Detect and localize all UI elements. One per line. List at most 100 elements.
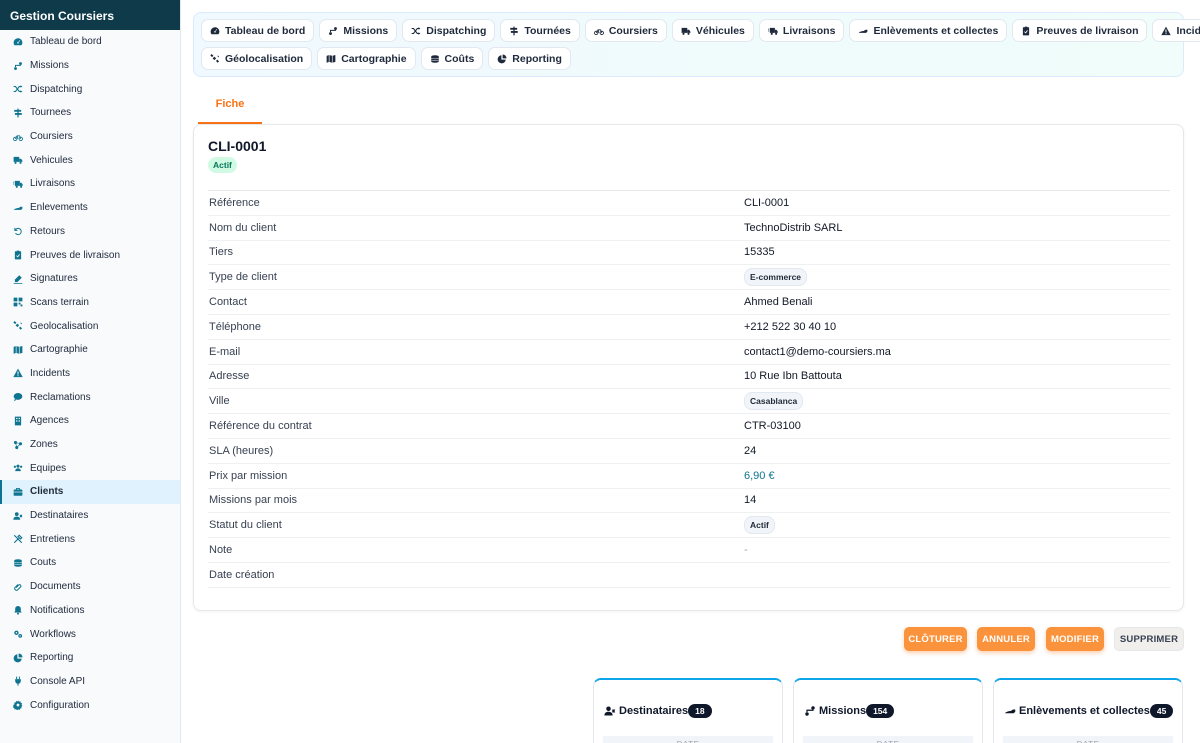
sidebar-item-label: Missions xyxy=(30,60,69,72)
column-header-date[interactable]: DATE xyxy=(603,736,773,743)
sidebar-item-workflows[interactable]: Workflows xyxy=(0,622,180,646)
field-row: Référence CLI-0001 xyxy=(208,191,1170,216)
sidebar-item-reclamations[interactable]: Reclamations xyxy=(0,385,180,409)
sidebar-item-dispatching[interactable]: Dispatching xyxy=(0,77,180,101)
module-chip-reporting[interactable]: Reporting xyxy=(488,47,571,70)
module-nav-row-1: Tableau de bord Missions Dispatching Tourné… xyxy=(201,19,1200,42)
missions-icon xyxy=(804,705,816,717)
sidebar-item-entretiens[interactable]: Entretiens xyxy=(0,527,180,551)
field-value: Casablanca xyxy=(744,392,804,411)
coins-icon xyxy=(12,557,23,568)
field-value: +212 522 30 40 10 xyxy=(744,320,837,333)
sidebar-item-tournees[interactable]: Tournees xyxy=(0,101,180,125)
field-value: CTR-03100 xyxy=(744,420,801,433)
tab-fiche[interactable]: Fiche xyxy=(198,88,262,124)
column-header-date[interactable]: DATE xyxy=(803,736,973,743)
sidebar-item-label: Destinataires xyxy=(30,510,89,522)
sidebar-item-couts[interactable]: Couts xyxy=(0,551,180,575)
sidebar-item-destinataires[interactable]: Destinataires xyxy=(0,504,180,528)
warning-icon xyxy=(1161,26,1172,36)
sidebar-item-equipes[interactable]: Equipes xyxy=(0,456,180,480)
shuffle-icon xyxy=(411,26,421,36)
module-chip-dispatching[interactable]: Dispatching xyxy=(402,19,496,42)
module-chip-preuves-de-livraison[interactable]: Preuves de livraison xyxy=(1012,19,1148,42)
sidebar-item-geolocalisation[interactable]: Geolocalisation xyxy=(0,314,180,338)
sidebar-item-zones[interactable]: Zones xyxy=(0,433,180,457)
panel-title: Enlèvements et collectes xyxy=(1019,705,1150,717)
sidebar-item-clients[interactable]: Clients xyxy=(0,480,180,504)
sidebar-item-enlevements[interactable]: Enlevements xyxy=(0,196,180,220)
sidebar-item-scans-terrain[interactable]: Scans terrain xyxy=(0,291,180,315)
module-chip-tournees[interactable]: Tournées xyxy=(500,19,580,42)
sidebar-item-incidents[interactable]: Incidents xyxy=(0,362,180,386)
sidebar-item-vehicules[interactable]: Vehicules xyxy=(0,148,180,172)
sidebar-item-signatures[interactable]: Signatures xyxy=(0,267,180,291)
sidebar-item-label: Cartographie xyxy=(30,344,88,356)
field-value: CLI-0001 xyxy=(744,196,790,209)
modifier-button[interactable]: MODIFIER xyxy=(1046,627,1104,651)
truck-icon xyxy=(681,26,691,36)
app-title: Gestion Coursiers xyxy=(0,0,180,30)
sidebar-item-livraisons[interactable]: Livraisons xyxy=(0,172,180,196)
module-chip-coursiers[interactable]: Coursiers xyxy=(584,19,667,42)
status-badge: Actif xyxy=(208,157,237,173)
field-label: Nom du client xyxy=(209,221,277,234)
module-chip-incidents[interactable]: Incidents xyxy=(1152,19,1200,42)
panel-header[interactable]: Enlèvements et collectes 45 xyxy=(994,680,1182,718)
field-label: Tiers xyxy=(209,246,234,259)
field-value: 6,90 € xyxy=(744,469,775,482)
module-chip-livraisons[interactable]: Livraisons xyxy=(758,19,845,42)
sidebar-item-documents[interactable]: Documents xyxy=(0,575,180,599)
coins-icon xyxy=(430,54,440,64)
module-chip-cartographie[interactable]: Cartographie xyxy=(317,47,416,70)
sidebar-item-label: Entretiens xyxy=(30,533,76,545)
sidebar-item-notifications[interactable]: Notifications xyxy=(0,599,180,623)
field-value: Actif xyxy=(744,516,775,535)
module-chip-vehicules[interactable]: Véhicules xyxy=(671,19,754,42)
related-panel-enlevements-et-collectes: Enlèvements et collectes45 DATE xyxy=(993,678,1183,743)
pickup-icon xyxy=(858,26,868,36)
module-chip-geolocalisation[interactable]: Géolocalisation xyxy=(201,47,313,70)
gear-icon xyxy=(12,700,23,711)
supprimer-button[interactable]: SUPPRIMER xyxy=(1114,627,1184,651)
sidebar-item-retours[interactable]: Retours xyxy=(0,220,180,244)
sidebar-item-coursiers[interactable]: Coursiers xyxy=(0,125,180,149)
panel-header[interactable]: Destinataires 18 xyxy=(594,680,782,718)
field-row: Adresse 10 Rue Ibn Battouta xyxy=(208,365,1170,390)
sidebar-item-label: Retours xyxy=(30,225,66,237)
module-chip-label: Missions xyxy=(343,24,389,37)
field-row: SLA (heures) 24 xyxy=(208,439,1170,464)
field-row: E-mail contact1@demo-coursiers.ma xyxy=(208,340,1170,365)
sidebar-item-missions[interactable]: Missions xyxy=(0,54,180,78)
sidebar-item-tableau-de-bord[interactable]: Tableau de bord xyxy=(0,30,180,54)
module-chip-label: Coursiers xyxy=(608,24,658,37)
panel-header[interactable]: Missions 154 xyxy=(794,680,982,718)
module-chip-enlevements-et-collectes[interactable]: Enlèvements et collectes xyxy=(849,19,1008,42)
count-badge: 45 xyxy=(1149,704,1174,718)
related-panel-missions: Missions154 DATE xyxy=(793,678,983,743)
annuler-button[interactable]: ANNULER xyxy=(977,627,1035,651)
module-chip-label: Véhicules xyxy=(695,24,745,37)
shuffle-icon xyxy=(12,84,23,95)
qrcode-icon xyxy=(12,297,23,308)
sidebar-item-label: Vehicules xyxy=(30,154,73,166)
column-header-date[interactable]: DATE xyxy=(1003,736,1173,743)
field-row: Nom du client TechnoDistrib SARL xyxy=(208,216,1170,241)
sidebar-item-preuves-de-livraison[interactable]: Preuves de livraison xyxy=(0,243,180,267)
cloturer-button[interactable]: CLÔTURER xyxy=(904,627,967,651)
module-nav-row-2: Géolocalisation Cartographie Coûts Reportin… xyxy=(201,47,1176,70)
user-tag-icon xyxy=(604,705,616,717)
module-chip-missions[interactable]: Missions xyxy=(319,19,398,42)
users-icon xyxy=(12,463,23,474)
sidebar-item-label: Reporting xyxy=(30,652,74,664)
sidebar-item-console-api[interactable]: Console API xyxy=(0,670,180,694)
field-badge: E-commerce xyxy=(744,268,808,287)
sidebar-item-reporting[interactable]: Reporting xyxy=(0,646,180,670)
sidebar-item-cartographie[interactable]: Cartographie xyxy=(0,338,180,362)
dashboard-icon xyxy=(210,26,220,36)
sidebar-item-agences[interactable]: Agences xyxy=(0,409,180,433)
module-chip-tableau-de-bord[interactable]: Tableau de bord xyxy=(201,19,315,42)
module-chip-couts[interactable]: Coûts xyxy=(420,47,484,70)
sidebar-item-configuration[interactable]: Configuration xyxy=(0,693,180,717)
building-icon xyxy=(12,415,23,426)
